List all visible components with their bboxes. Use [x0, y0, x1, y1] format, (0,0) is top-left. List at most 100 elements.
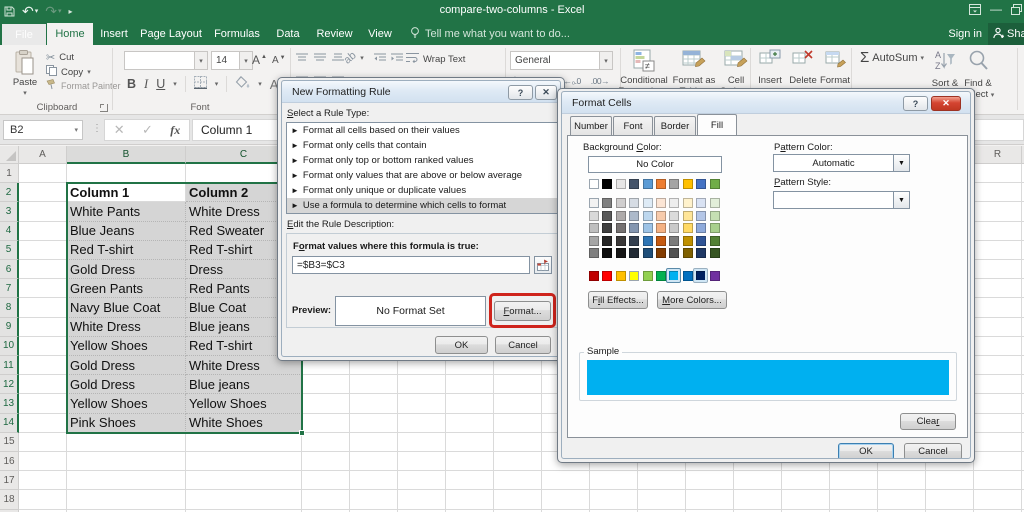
- tint-color-swatch[interactable]: [709, 235, 720, 246]
- row-header-4[interactable]: 4: [0, 221, 19, 241]
- cell-D16[interactable]: [302, 452, 350, 472]
- tab-view[interactable]: View: [361, 23, 399, 45]
- sign-in-button[interactable]: Sign in: [948, 23, 982, 45]
- cell-K18[interactable]: [638, 490, 686, 510]
- fc-help-button[interactable]: ?: [903, 96, 928, 111]
- more-colors-button[interactable]: More Colors...: [657, 291, 727, 309]
- cell-B13[interactable]: Yellow Shoes: [67, 394, 186, 414]
- cell-G12[interactable]: [446, 375, 494, 395]
- insert-function-icon[interactable]: fx: [170, 123, 180, 138]
- share-button[interactable]: Sha: [988, 23, 1024, 45]
- cell-R3[interactable]: [974, 202, 1022, 222]
- standard-color-swatch[interactable]: [682, 271, 693, 281]
- decrease-decimal-icon[interactable]: .00→: [591, 76, 610, 86]
- cell-R9[interactable]: [974, 317, 1022, 337]
- format-painter-button[interactable]: Format Painter: [46, 79, 121, 93]
- tint-color-swatch[interactable]: [682, 248, 693, 259]
- cell-B7[interactable]: Green Pants: [67, 279, 186, 299]
- cell-E15[interactable]: [350, 432, 398, 452]
- font-name-combo[interactable]: ▾: [124, 51, 208, 70]
- no-color-button[interactable]: No Color: [588, 156, 722, 173]
- borders-dropdown-icon[interactable]: ▾: [215, 80, 219, 88]
- theme-color-swatch[interactable]: [682, 179, 693, 189]
- fill-color-dropdown-icon[interactable]: ▾: [258, 80, 262, 88]
- cell-Q17[interactable]: [926, 471, 974, 491]
- tint-color-swatch[interactable]: [682, 198, 693, 208]
- cell-P18[interactable]: [878, 490, 926, 510]
- tint-color-swatch[interactable]: [615, 210, 626, 221]
- cell-B9[interactable]: White Dress: [67, 317, 186, 337]
- theme-color-swatch[interactable]: [696, 179, 707, 189]
- standard-color-swatch[interactable]: [602, 271, 613, 281]
- cell-B11[interactable]: Gold Dress: [67, 356, 186, 376]
- cell-A4[interactable]: [19, 221, 67, 241]
- cell-G14[interactable]: [446, 413, 494, 433]
- tint-color-swatch[interactable]: [629, 248, 640, 259]
- cell-F13[interactable]: [398, 394, 446, 414]
- cell-R16[interactable]: [974, 452, 1022, 472]
- cell-H18[interactable]: [494, 490, 542, 510]
- rule-type-option[interactable]: ► Format only top or bottom ranked values: [287, 153, 557, 168]
- cell-A10[interactable]: [19, 336, 67, 356]
- cell-A9[interactable]: [19, 317, 67, 337]
- row-header-18[interactable]: 18: [0, 490, 19, 510]
- tint-color-swatch[interactable]: [642, 223, 653, 234]
- rule-type-option[interactable]: ► Format only cells that contain: [287, 138, 557, 153]
- cell-G17[interactable]: [446, 471, 494, 491]
- standard-color-swatch[interactable]: [642, 271, 653, 281]
- cell-C17[interactable]: [186, 471, 302, 491]
- cell-I17[interactable]: [542, 471, 590, 491]
- cell-I18[interactable]: [542, 490, 590, 510]
- cell-E13[interactable]: [350, 394, 398, 414]
- cell-E12[interactable]: [350, 375, 398, 395]
- cell-C16[interactable]: [186, 452, 302, 472]
- font-size-combo[interactable]: 14 ▾: [211, 51, 253, 70]
- nfr-formula-input[interactable]: =$B3=$C3: [292, 256, 530, 274]
- cell-C18[interactable]: [186, 490, 302, 510]
- tint-color-swatch[interactable]: [589, 223, 599, 234]
- select-all-corner[interactable]: [0, 146, 19, 164]
- cell-R13[interactable]: [974, 394, 1022, 414]
- nfr-collapse-dialog-button[interactable]: [534, 256, 552, 274]
- tint-color-swatch[interactable]: [602, 223, 613, 234]
- row-header-11[interactable]: 11: [0, 356, 19, 376]
- row-header-3[interactable]: 3: [0, 202, 19, 222]
- tint-color-swatch[interactable]: [656, 235, 666, 246]
- cell-B5[interactable]: Red T-shirt: [67, 240, 186, 260]
- theme-color-swatch[interactable]: [656, 179, 666, 189]
- row-header-6[interactable]: 6: [0, 260, 19, 280]
- standard-color-swatch[interactable]: [709, 271, 720, 281]
- cell-K17[interactable]: [638, 471, 686, 491]
- cell-A15[interactable]: [19, 432, 67, 452]
- dropdown-icon[interactable]: ▾: [194, 52, 207, 69]
- pattern-color-combo[interactable]: Automatic ▼: [773, 154, 910, 172]
- cell-B17[interactable]: [67, 471, 186, 491]
- tint-color-swatch[interactable]: [602, 198, 613, 208]
- tint-color-swatch[interactable]: [615, 248, 626, 259]
- increase-decimal-icon[interactable]: ←₀.0: [564, 76, 582, 86]
- cell-M18[interactable]: [734, 490, 782, 510]
- cell-B3[interactable]: White Pants: [67, 202, 186, 222]
- cell-R15[interactable]: [974, 432, 1022, 452]
- theme-color-swatch[interactable]: [615, 179, 626, 189]
- pattern-color-dropdown-icon[interactable]: ▼: [893, 155, 909, 171]
- fc-clear-button[interactable]: Clear: [900, 413, 956, 430]
- tint-color-swatch[interactable]: [696, 223, 707, 234]
- name-box[interactable]: B2 ▾: [3, 120, 83, 140]
- cell-R18[interactable]: [974, 490, 1022, 510]
- cell-D12[interactable]: [302, 375, 350, 395]
- row-header-12[interactable]: 12: [0, 375, 19, 395]
- autosum-button[interactable]: Σ AutoSum ▾: [860, 49, 924, 66]
- row-header-17[interactable]: 17: [0, 471, 19, 491]
- cell-A3[interactable]: [19, 202, 67, 222]
- increase-indent-icon[interactable]: [391, 53, 403, 66]
- standard-color-swatch[interactable]: [589, 271, 599, 281]
- tint-color-swatch[interactable]: [629, 210, 640, 221]
- cell-B12[interactable]: Gold Dress: [67, 375, 186, 395]
- theme-color-swatch[interactable]: [629, 179, 640, 189]
- cell-B6[interactable]: Gold Dress: [67, 260, 186, 280]
- tint-color-swatch[interactable]: [589, 235, 599, 246]
- fc-tab-border[interactable]: Border: [654, 116, 696, 135]
- row-header-15[interactable]: 15: [0, 432, 19, 452]
- tint-color-swatch[interactable]: [669, 198, 680, 208]
